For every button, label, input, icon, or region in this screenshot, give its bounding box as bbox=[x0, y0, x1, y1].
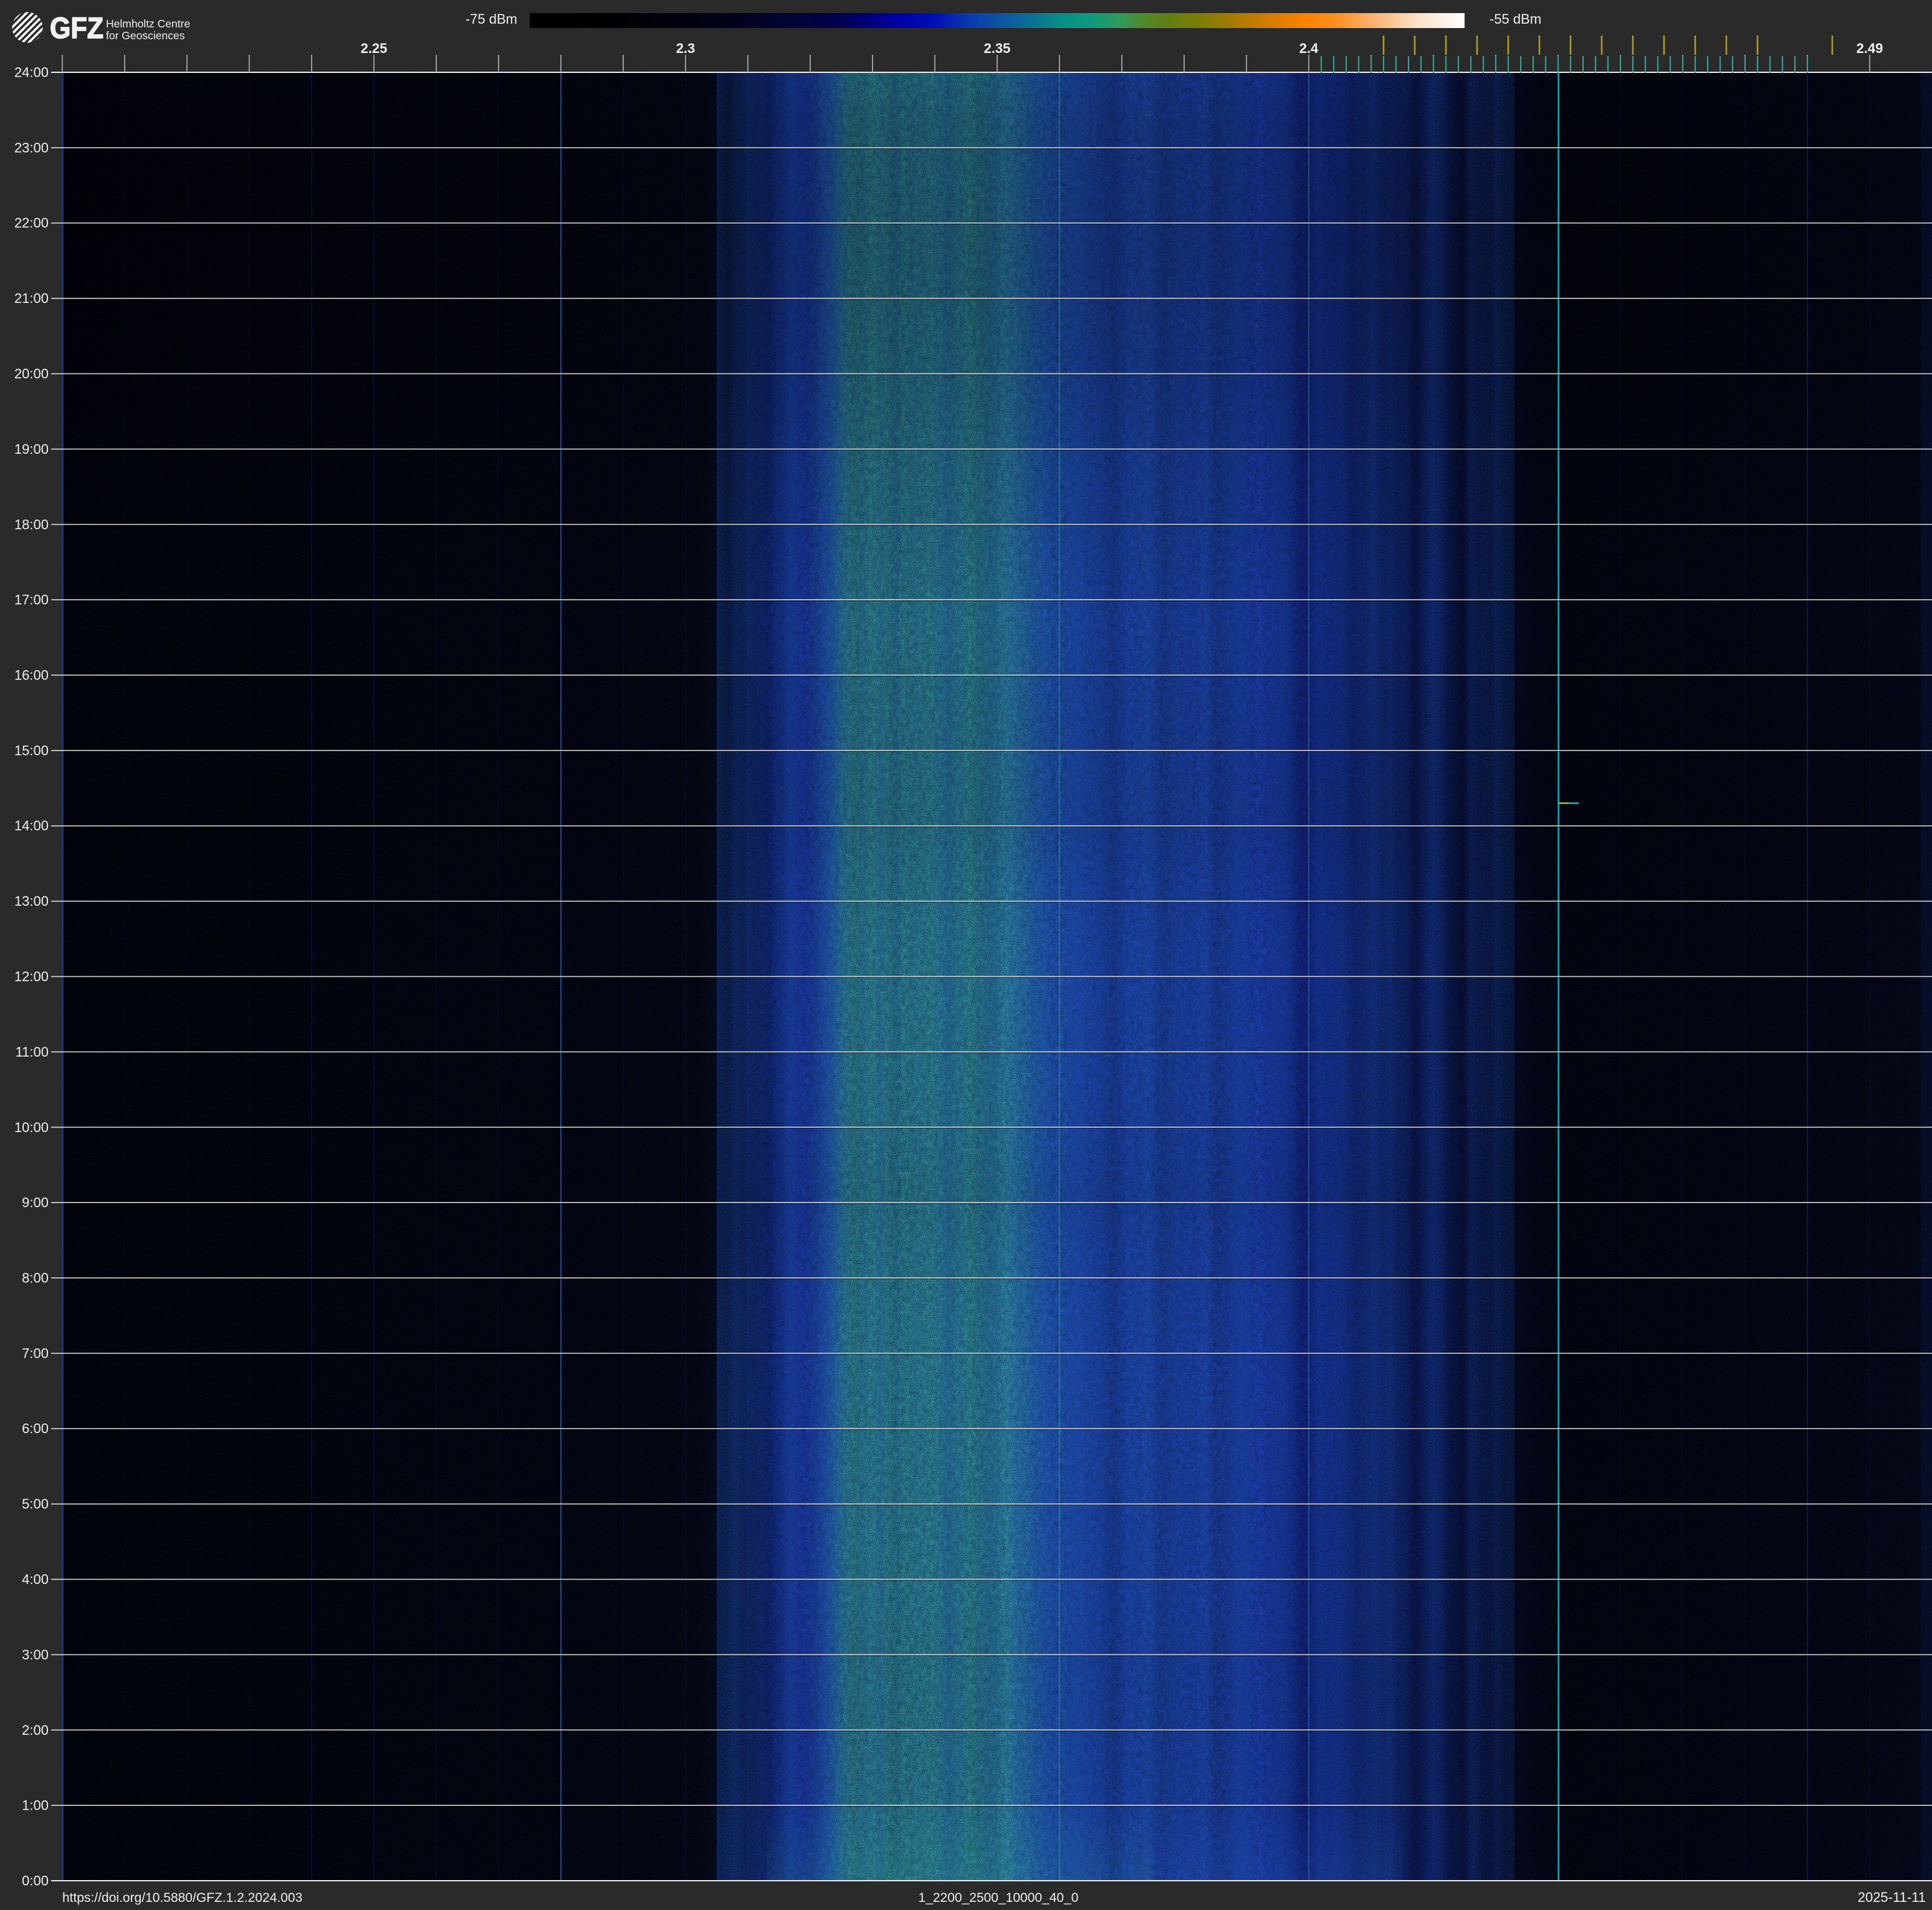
svg-text:3:00: 3:00 bbox=[22, 1647, 49, 1663]
svg-text:2.25: 2.25 bbox=[361, 41, 388, 56]
svg-text:6:00: 6:00 bbox=[22, 1421, 49, 1436]
svg-text:21:00: 21:00 bbox=[14, 290, 49, 306]
svg-text:https://doi.org/10.5880/GFZ.1.: https://doi.org/10.5880/GFZ.1.2.2024.003 bbox=[62, 1891, 302, 1905]
svg-text:2025-11-11: 2025-11-11 bbox=[1858, 1889, 1926, 1905]
svg-text:2.4: 2.4 bbox=[1299, 41, 1319, 56]
svg-text:5:00: 5:00 bbox=[22, 1496, 49, 1512]
svg-text:for Geosciences: for Geosciences bbox=[106, 29, 185, 42]
svg-text:22:00: 22:00 bbox=[14, 215, 49, 231]
svg-text:-55 dBm: -55 dBm bbox=[1490, 11, 1541, 27]
svg-text:Helmholtz Centre: Helmholtz Centre bbox=[106, 17, 190, 30]
svg-text:13:00: 13:00 bbox=[14, 893, 49, 909]
svg-text:17:00: 17:00 bbox=[14, 592, 49, 608]
svg-text:20:00: 20:00 bbox=[14, 366, 49, 382]
svg-text:4:00: 4:00 bbox=[22, 1572, 49, 1587]
svg-text:2.49: 2.49 bbox=[1857, 41, 1883, 56]
svg-text:23:00: 23:00 bbox=[14, 140, 49, 155]
svg-text:15:00: 15:00 bbox=[14, 742, 49, 758]
svg-text:16:00: 16:00 bbox=[14, 668, 49, 683]
svg-text:2.35: 2.35 bbox=[984, 41, 1011, 56]
svg-text:1_2200_2500_10000_40_0: 1_2200_2500_10000_40_0 bbox=[919, 1891, 1079, 1905]
svg-text:24:00: 24:00 bbox=[14, 65, 49, 80]
svg-text:7:00: 7:00 bbox=[22, 1345, 49, 1361]
svg-text:0:00: 0:00 bbox=[22, 1873, 49, 1889]
svg-text:19:00: 19:00 bbox=[14, 441, 49, 457]
svg-text:-75 dBm: -75 dBm bbox=[466, 11, 517, 27]
svg-text:GFZ: GFZ bbox=[50, 11, 103, 44]
svg-text:2:00: 2:00 bbox=[22, 1722, 49, 1738]
svg-text:2.3: 2.3 bbox=[676, 41, 696, 56]
svg-text:12:00: 12:00 bbox=[14, 969, 49, 984]
svg-text:14:00: 14:00 bbox=[14, 818, 49, 833]
svg-text:10:00: 10:00 bbox=[14, 1120, 49, 1135]
svg-text:1:00: 1:00 bbox=[22, 1798, 49, 1813]
svg-text:8:00: 8:00 bbox=[22, 1270, 49, 1286]
svg-text:18:00: 18:00 bbox=[14, 517, 49, 532]
svg-text:9:00: 9:00 bbox=[22, 1195, 49, 1211]
svg-text:11:00: 11:00 bbox=[16, 1044, 49, 1060]
